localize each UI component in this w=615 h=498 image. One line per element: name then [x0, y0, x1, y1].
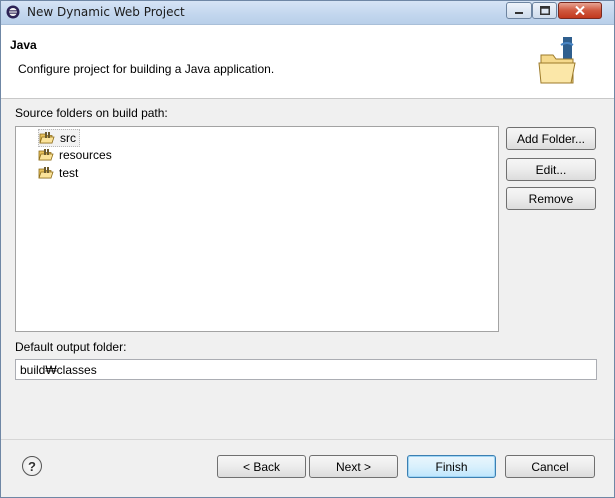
close-icon [575, 6, 585, 15]
title-bar[interactable]: New Dynamic Web Project [1, 1, 614, 25]
tree-item-test[interactable]: test [38, 165, 81, 181]
remove-button[interactable]: Remove [506, 187, 596, 210]
source-folders-tree[interactable]: src resources test [15, 126, 499, 332]
tree-item-resources[interactable]: resources [38, 147, 115, 163]
maximize-icon [539, 6, 550, 15]
tree-item-label: test [59, 166, 79, 180]
java-folder-icon [538, 37, 576, 84]
source-folder-icon [38, 149, 54, 161]
next-button[interactable]: Next > [309, 455, 398, 478]
eclipse-icon [6, 5, 20, 19]
maximize-button[interactable] [532, 2, 557, 19]
window-title: New Dynamic Web Project [27, 5, 185, 19]
tree-item-label: resources [59, 148, 112, 162]
help-button[interactable]: ? [22, 456, 42, 476]
question-icon: ? [28, 458, 36, 474]
cancel-button[interactable]: Cancel [505, 455, 595, 478]
back-button[interactable]: < Back [217, 455, 306, 478]
minimize-button[interactable] [506, 2, 532, 19]
edit-button[interactable]: Edit... [506, 158, 596, 181]
add-folder-button[interactable]: Add Folder... [506, 127, 596, 150]
close-button[interactable] [558, 2, 602, 19]
tree-item-src[interactable]: src [38, 129, 80, 147]
tree-item-label: src [60, 131, 76, 145]
finish-button[interactable]: Finish [407, 455, 496, 478]
page-description: Configure project for building a Java ap… [18, 62, 275, 76]
wizard-header: Java Configure project for building a Ja… [1, 25, 614, 99]
source-folder-icon [38, 167, 54, 179]
footer-separator [1, 439, 614, 440]
source-folder-icon [39, 132, 55, 144]
output-folder-label: Default output folder: [15, 340, 127, 354]
minimize-icon [515, 11, 523, 14]
source-folders-label: Source folders on build path: [15, 106, 168, 120]
page-title: Java [10, 38, 37, 52]
dialog-window: New Dynamic Web Project Java Configure p… [0, 0, 615, 498]
output-folder-input[interactable] [15, 359, 597, 380]
